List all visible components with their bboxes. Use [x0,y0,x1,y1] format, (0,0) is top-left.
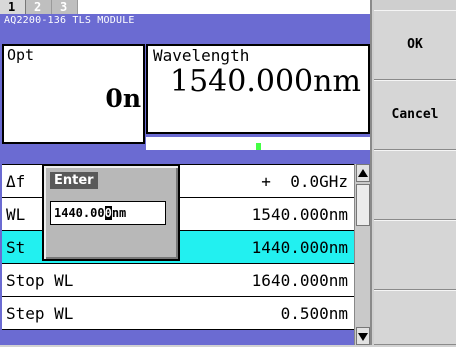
tab-2[interactable]: 2 [26,0,52,14]
tab-1[interactable]: 1 [0,0,26,14]
scroll-thumb[interactable] [356,184,370,226]
soft-key-panel: OK Cancel [370,0,456,345]
row-value: 1440.000nm [251,238,348,257]
wavelength-label: Wavelength [153,46,250,65]
row-label: WL [6,205,26,224]
opt-label: Opt [7,46,35,64]
list-row-stop-wl[interactable]: Stop WL 1640.000nm [2,263,354,297]
input-cursor: 0 [104,206,112,220]
wavelength-indicator-marker [256,143,261,150]
wavelength-value: 1540.000nm [170,64,361,99]
row-label: Stop WL [6,271,74,290]
triangle-down-icon [358,333,368,341]
value-input-field[interactable]: 1440.000nm [50,201,166,225]
opt-value: 0n [105,84,141,113]
enter-dialog[interactable]: Enter 1440.000nm [42,164,180,261]
row-label: Step WL [6,304,74,323]
opt-display[interactable]: Opt 0n [2,44,145,144]
soft-key-4[interactable] [374,220,456,290]
input-text-before: 1440.00 [54,206,105,220]
wavelength-indicator-bar [146,137,370,150]
cancel-button[interactable]: Cancel [374,80,456,150]
ok-button[interactable]: OK [374,10,456,80]
row-label: Δf [6,172,26,191]
row-label: St [6,238,26,257]
scroll-down-button[interactable] [356,327,370,345]
row-value: 0.500nm [280,304,348,323]
row-value: 1540.000nm [251,205,348,224]
row-value: 1640.000nm [251,271,348,290]
row-value: + 0.0GHz [261,172,348,191]
input-text-after: nm [111,206,127,220]
soft-key-5[interactable] [374,290,456,345]
wavelength-display[interactable]: Wavelength 1540.000nm [146,44,370,134]
module-title: AQ2200-136 TLS MODULE [4,15,135,26]
list-scrollbar[interactable] [354,164,371,345]
tab-3[interactable]: 3 [52,0,78,14]
triangle-up-icon [358,169,368,177]
tab-bar: 1 2 3 [0,0,370,14]
scroll-up-button[interactable] [356,164,370,182]
soft-key-3[interactable] [374,150,456,220]
list-row-step-wl[interactable]: Step WL 0.500nm [2,296,354,330]
enter-dialog-title: Enter [50,172,98,189]
